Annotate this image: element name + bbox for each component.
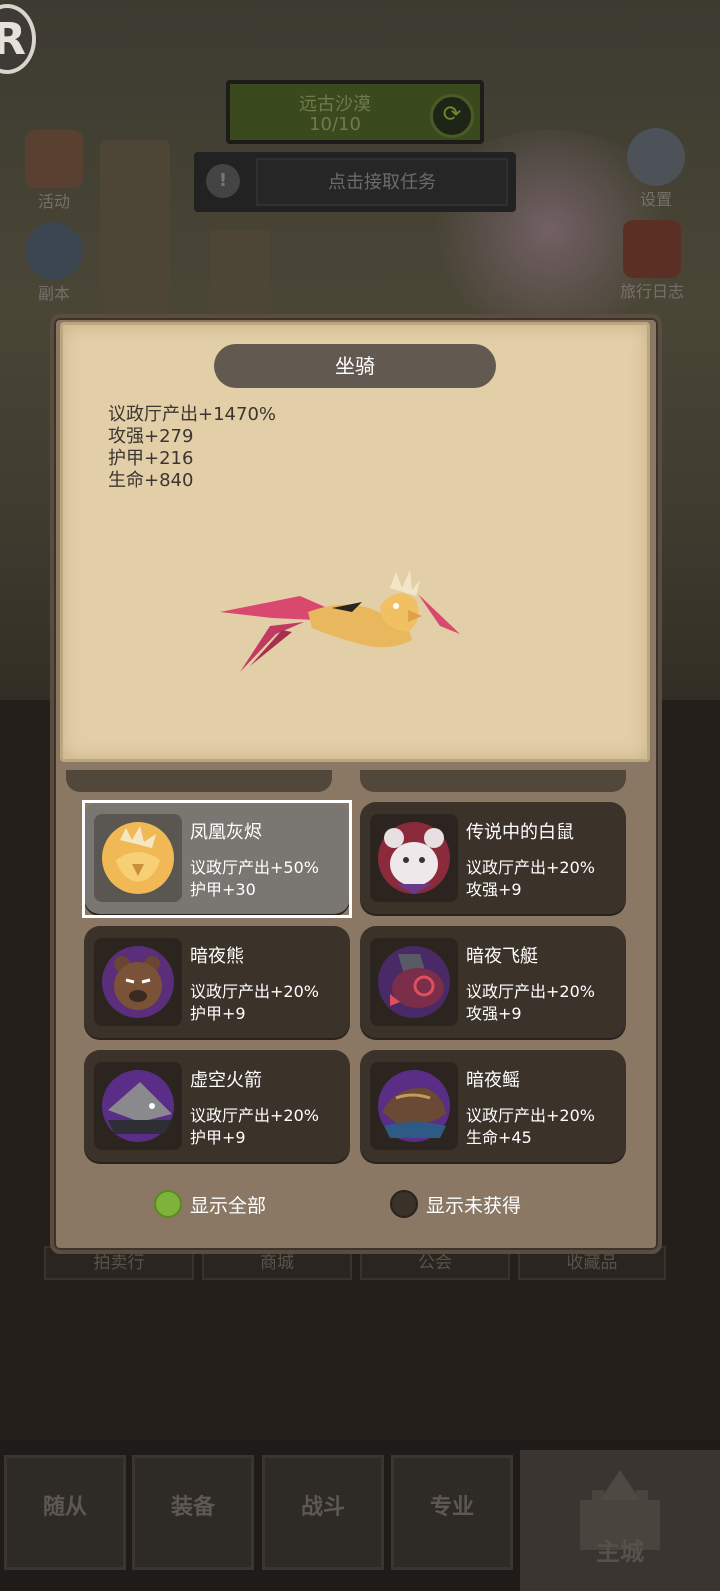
night-bear-icon — [102, 946, 174, 1018]
alert-icon: ! — [206, 164, 240, 198]
mount-name: 暗夜鳐 — [466, 1070, 520, 1091]
gear-icon — [627, 128, 685, 186]
mount-name: 暗夜熊 — [190, 946, 244, 967]
mount-name: 传说中的白鼠 — [466, 822, 574, 843]
activity-label: 活动 — [37, 192, 70, 211]
task-bar[interactable]: ! 点击接取任务 — [194, 152, 516, 212]
mount-bonus: 议政厅产出+20% — [466, 1106, 595, 1125]
stat-line: 生命+840 — [108, 470, 194, 491]
mount-bonus: 护甲+9 — [190, 1128, 246, 1147]
mount-bonus: 护甲+9 — [190, 1004, 246, 1023]
refresh-icon[interactable]: ⟳ — [430, 94, 474, 138]
mount-name: 凤凰灰烬 — [190, 822, 262, 843]
mount-card-partial[interactable] — [66, 770, 332, 792]
mount-portrait — [370, 814, 458, 902]
white-rat-icon — [378, 822, 450, 894]
mount-list[interactable]: 凤凰灰烬 议政厅产出+50% 护甲+30 传说中的白鼠 议政厅产出+20% 攻强… — [66, 770, 646, 1178]
mount-portrait — [94, 1062, 182, 1150]
mount-bonus: 护甲+30 — [190, 880, 256, 899]
mount-card[interactable]: 暗夜鳐 议政厅产出+20% 生命+45 — [360, 1050, 626, 1162]
mount-card[interactable]: 暗夜飞艇 议政厅产出+20% 攻强+9 — [360, 926, 626, 1038]
scene-pillar — [100, 140, 170, 340]
travel-log-button[interactable]: 旅行日志 — [612, 220, 692, 302]
night-airship-icon — [378, 946, 450, 1018]
void-rocket-icon — [102, 1070, 174, 1142]
dungeon-button[interactable]: 副本 — [14, 222, 94, 304]
dungeon-label: 副本 — [37, 284, 70, 303]
night-ray-icon — [378, 1070, 450, 1142]
filter-show-unowned-label: 显示未获得 — [426, 1194, 522, 1217]
mount-bonus: 议政厅产出+20% — [466, 858, 595, 877]
region-name: 远古沙漠 — [299, 94, 371, 115]
accept-task-button[interactable]: 点击接取任务 — [256, 158, 508, 206]
region-progress-bar[interactable]: 远古沙漠 10/10 ⟳ — [226, 80, 484, 144]
travel-log-label: 旅行日志 — [619, 282, 684, 301]
stat-line: 攻强+279 — [108, 426, 194, 447]
dungeon-portal-icon — [25, 222, 83, 280]
mount-bonus: 议政厅产出+20% — [466, 982, 595, 1001]
filter-show-unowned[interactable]: 显示未获得 — [390, 1190, 521, 1218]
modal-title: 坐骑 — [214, 344, 496, 388]
settings-label: 设置 — [639, 190, 672, 209]
nav-equipment[interactable]: 装备 — [132, 1455, 254, 1570]
mount-portrait — [370, 938, 458, 1026]
mount-portrait — [94, 814, 182, 902]
filter-show-all[interactable]: 显示全部 — [154, 1190, 266, 1218]
phoenix-mount-illustration — [220, 570, 460, 672]
activity-board-icon — [25, 130, 83, 188]
settings-button[interactable]: 设置 — [616, 128, 696, 210]
book-icon — [623, 220, 681, 278]
mount-card[interactable]: 暗夜熊 议政厅产出+20% 护甲+9 — [84, 926, 350, 1038]
nav-profession[interactable]: 专业 — [391, 1455, 513, 1570]
radio-selected-icon — [154, 1190, 182, 1218]
radio-unselected-icon — [390, 1190, 418, 1218]
stat-line: 议政厅产出+1470% — [108, 404, 276, 425]
mount-bonus: 攻强+9 — [466, 1004, 522, 1023]
main-city-label: 主城 — [596, 1538, 644, 1566]
mount-portrait — [370, 1062, 458, 1150]
mount-bonus: 议政厅产出+20% — [190, 1106, 319, 1125]
mount-name: 暗夜飞艇 — [466, 946, 538, 967]
nav-main-city[interactable]: 主城 — [520, 1450, 720, 1591]
badge-letter: R — [0, 13, 26, 65]
mount-card[interactable]: 虚空火箭 议政厅产出+20% 护甲+9 — [84, 1050, 350, 1162]
activity-button[interactable]: 活动 — [14, 130, 94, 212]
phoenix-icon — [102, 822, 174, 894]
stat-line: 护甲+216 — [108, 448, 194, 469]
mount-portrait — [94, 938, 182, 1026]
mount-card-partial[interactable] — [360, 770, 626, 792]
mount-bonus: 攻强+9 — [466, 880, 522, 899]
mount-bonus: 议政厅产出+50% — [190, 858, 319, 877]
mount-bonus: 议政厅产出+20% — [190, 982, 319, 1001]
mount-bonus: 生命+45 — [466, 1128, 532, 1147]
mount-preview-panel — [60, 322, 650, 762]
nav-battle[interactable]: 战斗 — [262, 1455, 384, 1570]
total-stats: 议政厅产出+1470% 攻强+279 护甲+216 生命+840 — [108, 404, 276, 492]
region-progress: 10/10 — [309, 114, 361, 135]
nav-followers[interactable]: 随从 — [4, 1455, 126, 1570]
mount-card[interactable]: 凤凰灰烬 议政厅产出+50% 护甲+30 — [84, 802, 350, 914]
mount-card[interactable]: 传说中的白鼠 议政厅产出+20% 攻强+9 — [360, 802, 626, 914]
filter-show-all-label: 显示全部 — [190, 1194, 267, 1217]
mount-name: 虚空火箭 — [190, 1070, 262, 1091]
